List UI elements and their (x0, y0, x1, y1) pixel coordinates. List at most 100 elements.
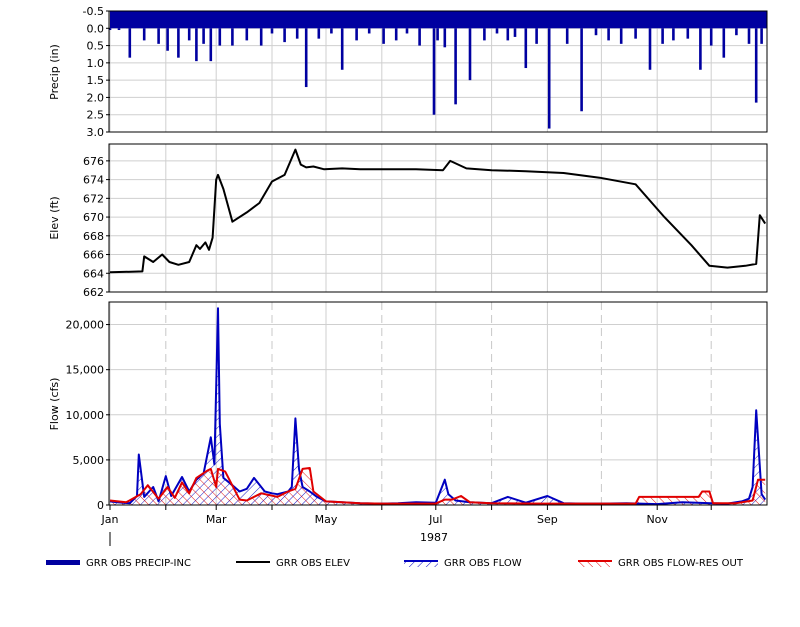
precip-bar (157, 28, 160, 44)
elev-ytick-label: 664 (83, 267, 104, 280)
precip-ytick-label: 0.0 (87, 22, 105, 35)
precip-bar (709, 28, 713, 46)
precip-bar (436, 28, 439, 41)
flow-ytick-label: 0 (97, 499, 104, 512)
elev-ytick-label: 666 (83, 249, 104, 262)
precip-bar (209, 28, 213, 62)
precip-bar (722, 28, 726, 58)
precip-ytick-label: 0.5 (87, 40, 105, 53)
precip-bar (495, 28, 499, 34)
precip-bar (330, 28, 333, 34)
hydrograph-chart: -0.5 0.0 0.5 1.0 1.5 2.0 2.5 3.0 Precip (in) 67… (46, 5, 768, 569)
precip-bar (283, 28, 286, 43)
precip-bar (231, 28, 234, 46)
x-axis-year-label: 1987 (420, 531, 448, 544)
precip-bar (295, 28, 299, 39)
precip-bar (128, 28, 132, 58)
legend-item-precip: GRR OBS PRECIP-INC (46, 558, 191, 569)
legend-precip-label: GRR OBS PRECIP-INC (86, 558, 191, 569)
precip-panel: -0.5 0.0 0.5 1.0 1.5 2.0 2.5 3.0 Precip (in) (48, 5, 768, 139)
elev-ytick-label: 668 (83, 230, 104, 243)
precip-bar (355, 28, 358, 41)
precip-bar (535, 28, 538, 44)
elev-ytick-label: 676 (83, 155, 104, 168)
precip-ytick-label: 2.5 (87, 109, 105, 122)
elev-y-axis-label: Elev (ft) (48, 196, 61, 239)
precip-ytick-label: 1.5 (87, 74, 105, 87)
flow-panel: 0 5,000 10,000 15,000 20,000 Jan Mar May Jul Sep… (48, 301, 768, 546)
precip-bar (245, 28, 249, 41)
precip-bar (394, 28, 398, 41)
precip-ytick-label: -0.5 (83, 5, 104, 18)
elev-ytick-label: 674 (83, 174, 104, 187)
elev-plot-frame (108, 143, 768, 293)
precip-bar (195, 28, 198, 62)
precip-bar (565, 28, 569, 44)
precip-bar (367, 28, 371, 34)
precip-bar (506, 28, 510, 41)
precip-bar (443, 28, 447, 48)
precip-bar (259, 28, 263, 46)
flow-y-axis-label: Flow (cfs) (48, 378, 61, 431)
precip-y-axis-label: Precip (in) (48, 44, 61, 100)
flow-xtick-label: Jan (101, 513, 119, 526)
precip-bar (405, 28, 409, 34)
legend-item-elev: GRR OBS ELEV (236, 558, 350, 569)
precip-baseline-band (110, 11, 767, 29)
precip-bar (547, 28, 551, 129)
precip-bar (117, 28, 121, 31)
precip-bar (699, 28, 702, 70)
precip-bar (735, 28, 738, 36)
precip-bar (202, 28, 205, 44)
precip-bar (607, 28, 610, 41)
elev-ytick-label: 672 (83, 192, 104, 205)
legend-res-out-label: GRR OBS FLOW-RES OUT (618, 558, 744, 569)
precip-bar (418, 28, 421, 46)
precip-bar (619, 28, 623, 44)
precip-ytick-label: 3.0 (87, 126, 105, 139)
precip-bar (317, 28, 321, 39)
precip-ytick-label: 1.0 (87, 57, 105, 70)
flow-ytick-label: 5,000 (73, 454, 105, 467)
precip-bar (304, 28, 308, 88)
flow-xtick-label: May (315, 513, 338, 526)
flow-xtick-label: Mar (206, 513, 227, 526)
elev-ytick-label: 670 (83, 211, 104, 224)
legend-precip-swatch (46, 560, 80, 565)
legend: GRR OBS PRECIP-INC GRR OBS ELEV GRR OBS … (46, 558, 744, 569)
precip-bar (686, 28, 690, 39)
precip-bar (580, 28, 583, 112)
precip-bar (454, 28, 457, 105)
precip-ytick-label: 2.0 (87, 91, 105, 104)
elev-series-line (109, 148, 767, 274)
precip-bar (524, 28, 528, 69)
precip-bar (594, 28, 598, 36)
precip-bar (187, 28, 191, 41)
precip-bar (382, 28, 385, 44)
precip-bar (468, 28, 472, 81)
precip-bar (218, 28, 222, 46)
precip-bar (754, 28, 758, 103)
flow-ytick-label: 15,000 (66, 364, 105, 377)
flow-ytick-label: 20,000 (66, 319, 105, 332)
legend-item-flow: GRR OBS FLOW (404, 558, 522, 569)
precip-bar (760, 28, 763, 44)
precip-bar (513, 28, 517, 37)
precip-bar (747, 28, 751, 44)
precip-bar (672, 28, 675, 41)
precip-bar (432, 28, 436, 115)
flow-ytick-label: 10,000 (66, 409, 105, 422)
precip-bar (142, 28, 146, 41)
flow-xtick-label: Jul (428, 513, 442, 526)
precip-bar (483, 28, 486, 41)
precip-bar (270, 28, 274, 34)
legend-flow-label: GRR OBS FLOW (444, 558, 522, 569)
precip-bar (340, 28, 344, 70)
precip-bar (661, 28, 664, 44)
legend-item-res-out: GRR OBS FLOW-RES OUT (578, 558, 744, 569)
precip-bar (177, 28, 180, 58)
precip-bar (634, 28, 637, 39)
elev-ytick-label: 662 (83, 286, 104, 299)
flow-xtick-label: Nov (646, 513, 668, 526)
flow-xtick-label: Sep (537, 513, 558, 526)
